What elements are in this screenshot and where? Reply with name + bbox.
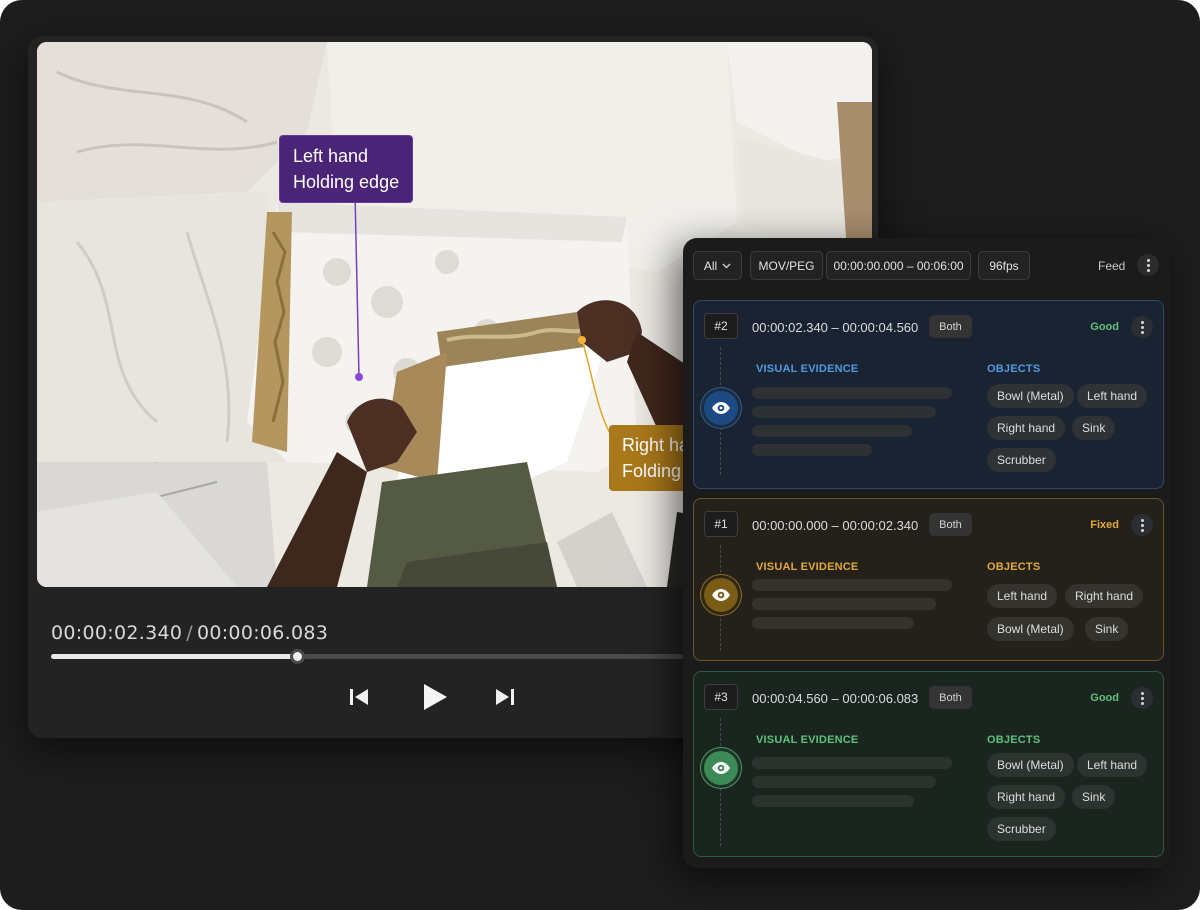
evidence-placeholder	[752, 579, 952, 591]
seek-bar[interactable]	[51, 649, 691, 664]
object-tag[interactable]: Left hand	[1077, 753, 1148, 777]
status-badge: Good	[1090, 321, 1119, 333]
object-tag[interactable]: Bowl (Metal)	[987, 617, 1074, 641]
segment-range: 00:00:02.340 – 00:00:04.560	[752, 320, 919, 335]
more-vertical-icon	[1140, 518, 1144, 533]
current-time: 00:00:02.340	[51, 622, 183, 644]
segment-card[interactable]: #3 00:00:04.560 – 00:00:06.083 Both Good…	[693, 671, 1164, 857]
object-tag[interactable]: Bowl (Metal)	[987, 753, 1074, 777]
segment-more-button[interactable]	[1131, 316, 1153, 338]
callout-line: Left hand	[293, 146, 369, 166]
evidence-placeholder	[752, 406, 936, 418]
evidence-placeholder	[752, 776, 936, 788]
segment-card[interactable]: #1 00:00:00.000 – 00:00:02.340 Both Fixe…	[693, 498, 1164, 661]
app-frame: Left hand Holding edge Right hand Foldin…	[0, 0, 1200, 910]
segment-index: #3	[704, 684, 738, 710]
objects-heading: OBJECTS	[987, 561, 1041, 573]
object-tag[interactable]: Right hand	[987, 416, 1066, 440]
filter-dropdown[interactable]: All	[693, 251, 742, 280]
filter-label: All	[703, 258, 718, 273]
eye-icon	[712, 762, 730, 774]
format-chip[interactable]: MOV/PEG	[750, 251, 823, 280]
callout-line: Holding edge	[293, 172, 400, 192]
object-tag[interactable]: Left hand	[1077, 384, 1148, 408]
status-badge: Fixed	[1090, 519, 1119, 531]
segment-more-button[interactable]	[1131, 687, 1153, 709]
objects-heading: OBJECTS	[987, 363, 1041, 375]
object-tag[interactable]: Sink	[1085, 617, 1129, 641]
duration: 00:00:06.083	[196, 622, 329, 644]
object-tag[interactable]: Sink	[1072, 785, 1116, 809]
object-tag[interactable]: Right hand	[987, 785, 1066, 809]
chevron-down-icon	[722, 261, 731, 271]
segment-range: 00:00:00.000 – 00:00:02.340	[752, 518, 919, 533]
skip-next-button[interactable]	[490, 682, 520, 712]
eye-icon	[712, 402, 730, 414]
panel-toolbar: All MOV/PEG 00:00:00.000 – 00:06:00 96fp…	[693, 251, 1160, 281]
play-icon	[424, 684, 447, 710]
objects-heading: OBJECTS	[987, 734, 1041, 746]
feed-label[interactable]: Feed	[1098, 259, 1125, 273]
object-tag[interactable]: Right hand	[1065, 584, 1144, 608]
visual-evidence-heading: VISUAL EVIDENCE	[756, 561, 859, 573]
time-separator: /	[186, 622, 193, 644]
skip-next-icon	[496, 689, 514, 705]
more-vertical-icon	[1146, 258, 1150, 273]
segment-index: #1	[704, 511, 738, 537]
more-vertical-icon	[1140, 691, 1144, 706]
more-vertical-icon	[1140, 320, 1144, 335]
visual-evidence-badge[interactable]	[704, 751, 738, 785]
segment-card[interactable]: #2 00:00:02.340 – 00:00:04.560 Both Good…	[693, 300, 1164, 489]
range-chip[interactable]: 00:00:00.000 – 00:06:00	[826, 251, 971, 280]
visual-evidence-badge[interactable]	[704, 391, 738, 425]
evidence-placeholder	[752, 425, 912, 437]
time-display: 00:00:02.340/00:00:06.083	[51, 622, 328, 644]
left-hand-callout: Left hand Holding edge	[279, 135, 414, 203]
evidence-placeholder	[752, 795, 914, 807]
segment-index: #2	[704, 313, 738, 339]
visual-evidence-heading: VISUAL EVIDENCE	[756, 363, 859, 375]
object-tag[interactable]: Sink	[1072, 416, 1116, 440]
segment-more-button[interactable]	[1131, 514, 1153, 536]
hands-chip[interactable]: Both	[929, 315, 972, 338]
hands-chip[interactable]: Both	[929, 686, 972, 709]
hands-chip[interactable]: Both	[929, 513, 972, 536]
object-tag[interactable]: Bowl (Metal)	[987, 384, 1074, 408]
segment-range: 00:00:04.560 – 00:00:06.083	[752, 691, 919, 706]
fps-chip[interactable]: 96fps	[978, 251, 1030, 280]
evidence-placeholder	[752, 617, 914, 629]
panel-more-button[interactable]	[1137, 254, 1159, 276]
skip-previous-button[interactable]	[344, 682, 374, 712]
eye-icon	[712, 589, 730, 601]
evidence-placeholder	[752, 444, 872, 456]
object-tag[interactable]: Scrubber	[987, 448, 1056, 472]
evidence-placeholder	[752, 757, 952, 769]
visual-evidence-badge[interactable]	[704, 578, 738, 612]
skip-previous-icon	[350, 689, 368, 705]
evidence-placeholder	[752, 598, 936, 610]
status-badge: Good	[1090, 692, 1119, 704]
seek-bar-handle[interactable]	[290, 649, 306, 664]
object-tag[interactable]: Scrubber	[987, 817, 1056, 841]
visual-evidence-heading: VISUAL EVIDENCE	[756, 734, 859, 746]
evidence-placeholder	[752, 387, 952, 399]
seek-bar-progress	[51, 654, 298, 659]
object-tag[interactable]: Left hand	[987, 584, 1058, 608]
play-button[interactable]	[417, 679, 453, 715]
segments-panel: All MOV/PEG 00:00:00.000 – 00:06:00 96fp…	[683, 238, 1170, 868]
